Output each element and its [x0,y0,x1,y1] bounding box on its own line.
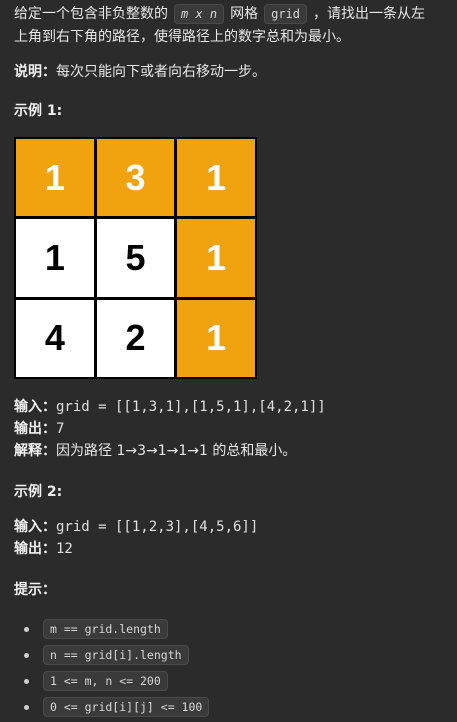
description-line-2: 上角到右下角的路径，使得路径上的数字总和为最小。 [14,29,350,45]
description-text: 网格 [230,6,259,22]
grid-cell: 1 [177,139,255,217]
hint-code: 0 <= grid[i][j] <= 100 [43,697,210,717]
grid-cell: 1 [177,219,255,297]
explain-value: 因为路径 1→3→1→1→1 的总和最小。 [56,443,297,459]
grid-cell: 1 [177,299,255,377]
grid-cell: 3 [96,139,175,217]
hints-heading: 提示： [14,582,56,598]
example-2-output: 输出：12 [14,538,258,560]
example-2-heading: 示例 2: [14,484,63,500]
note-label: 说明： [14,64,56,80]
bullet-icon [24,652,29,658]
hint-code: 1 <= m, n <= 200 [43,671,168,691]
grid-cell: 2 [96,299,175,377]
bullet-icon [24,626,29,632]
example-2-block: 输入：grid = [[1,2,3],[4,5,6]] 输出：12 [14,516,258,560]
example-1-explain: 解释：因为路径 1→3→1→1→1 的总和最小。 [14,440,326,462]
mxn-code: m x n [174,4,225,24]
bullet-icon [24,678,29,684]
example-1-input: 输入：grid = [[1,3,1],[1,5,1],[4,2,1]] [14,396,326,418]
description-line-1: 给定一个包含非负整数的 m x n 网格 grid ，请找出一条从左 [14,3,444,26]
input-label: 输入： [14,399,56,415]
hint-item: n == grid[i].length [24,642,209,668]
example-1-heading: 示例 1: [14,103,63,119]
output-label: 输出： [14,421,56,437]
note-text: 每次只能向下或者向右移动一步。 [56,64,266,80]
example-grid-image: 131151421 [14,137,257,379]
bullet-icon [24,704,29,710]
grid-code: grid [264,4,308,24]
example-2-input: 输入：grid = [[1,2,3],[4,5,6]] [14,516,258,538]
description-text: 给定一个包含非负整数的 [14,6,168,22]
hint-item: 1 <= m, n <= 200 [24,668,209,694]
hint-code: m == grid.length [43,619,168,639]
output-value: 12 [56,541,73,557]
input-label: 输入： [14,519,56,535]
output-value: 7 [56,421,65,437]
input-value: grid = [[1,3,1],[1,5,1],[4,2,1]] [56,399,326,415]
hints-list: m == grid.length n == grid[i].length 1 <… [24,616,210,720]
hint-item: 0 <= grid[i][j] <= 100 [24,694,210,720]
grid-cell: 1 [16,139,94,217]
hint-code: n == grid[i].length [43,645,189,665]
note: 说明：每次只能向下或者向右移动一步。 [14,62,266,82]
grid-cell: 1 [16,219,94,297]
example-1-block: 输入：grid = [[1,3,1],[1,5,1],[4,2,1]] 输出：7… [14,396,326,462]
description-text: ，请找出一条从左 [313,6,426,22]
explain-label: 解释： [14,443,56,459]
grid-cell: 5 [96,219,175,297]
input-value: grid = [[1,2,3],[4,5,6]] [56,519,259,535]
hint-item: m == grid.length [24,616,209,642]
output-label: 输出： [14,541,56,557]
problem-description: 给定一个包含非负整数的 m x n 网格 grid ，请找出一条从左 上角到右下角的路径… [14,3,444,49]
grid-cell: 4 [16,299,94,377]
example-1-output: 输出：7 [14,418,326,440]
